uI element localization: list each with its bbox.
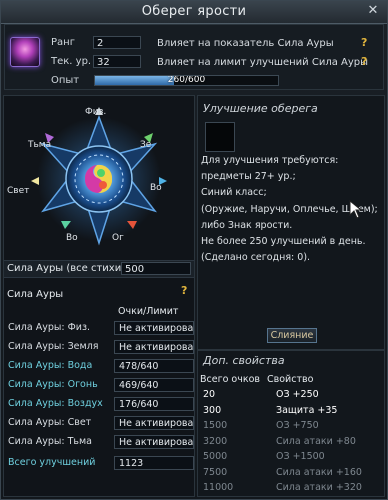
- aura-row-label: Сила Ауры: Воздух: [8, 398, 103, 409]
- element-label-dark: Тьма: [28, 140, 52, 150]
- aura-row-value: Не активировано.: [114, 321, 194, 335]
- element-compass: [31, 107, 167, 246]
- total-upgrades-value: 1123: [114, 456, 194, 470]
- upgrade-title: Улучшение оберега: [203, 102, 318, 115]
- aura-all-value: 500: [121, 262, 191, 275]
- element-label-light: Свет: [7, 186, 30, 196]
- rank-help-icon[interactable]: ?: [361, 36, 367, 49]
- extra-row-points: 11000: [203, 482, 234, 493]
- level-description: Влияет на лимит улучшений Сила Ауры: [157, 57, 369, 68]
- upgrade-slot[interactable]: [205, 122, 235, 152]
- requirement-line: Синий класс;: [201, 187, 267, 199]
- extra-row-points: 7500: [203, 466, 228, 478]
- aura-row: Сила Ауры: Воздух 176/640: [8, 397, 194, 412]
- element-label-water: Во: [150, 183, 162, 193]
- aura-row: Сила Ауры: Огонь 469/640: [8, 378, 194, 393]
- aura-row-label: Сила Ауры: Вода: [8, 360, 93, 371]
- extra-row-points: 20: [203, 389, 216, 400]
- element-label-phys: Физ.: [85, 107, 107, 117]
- extra-row-property: ОЗ +1500: [276, 451, 325, 462]
- exp-label: Опыт: [51, 75, 80, 86]
- cursor-icon: [349, 200, 363, 219]
- aura-row-label: Сила Ауры: Земля: [8, 341, 99, 352]
- aura-row-label: Сила Ауры: Свет: [8, 417, 92, 428]
- extra-row-points: 3200: [203, 435, 228, 447]
- window-title: Оберег ярости: [141, 4, 247, 19]
- aura-all-row: Сила Ауры (все стихии) 500: [4, 260, 194, 278]
- rank-field: 2: [93, 36, 141, 49]
- aura-row-label: Сила Ауры: Огонь: [8, 379, 98, 390]
- aura-row-value: 176/640: [114, 397, 194, 411]
- level-label: Тек. ур.: [51, 56, 92, 67]
- rank-label: Ранг: [51, 37, 75, 48]
- rank-description: Влияет на показатель Сила Ауры: [157, 38, 334, 49]
- element-label-earth: Зе: [140, 140, 152, 150]
- extra-row-property: ОЗ +750: [276, 420, 319, 431]
- extra-row-points: 1500: [203, 420, 228, 431]
- exp-progress-bar: 260/600: [94, 75, 279, 86]
- requirement-line: Не более 250 улучшений в день.: [201, 236, 366, 247]
- close-button[interactable]: ✕: [365, 3, 381, 19]
- requirement-line: либо Знак ярости.: [201, 219, 293, 231]
- aura-row: Сила Ауры: Земля Не активировано.: [8, 340, 194, 355]
- aura-row: Сила Ауры: Тьма Не активировано.: [8, 435, 194, 450]
- aura-row-label: Сила Ауры: Физ.: [8, 322, 91, 333]
- extra-row-points: 300: [203, 404, 222, 416]
- title-bar[interactable]: Оберег ярости ✕: [1, 1, 387, 24]
- element-label-fire: Ог: [112, 233, 124, 243]
- aura-help-icon[interactable]: ?: [181, 284, 187, 297]
- extra-row-property: Сила атаки +320: [276, 482, 362, 493]
- total-upgrades-label: Всего улучшений: [8, 457, 96, 468]
- aura-section-title: Сила Ауры: [7, 289, 64, 300]
- requirement-line: Для улучшения требуются:: [201, 155, 339, 166]
- aura-row-value: Не активировано.: [114, 416, 194, 430]
- exp-progress-text: 260/600: [167, 75, 206, 85]
- extra-col-property: Свойство: [267, 374, 314, 385]
- points-limit-header: Очки/Лимит: [118, 306, 179, 317]
- extra-col-points: Всего очков: [200, 374, 260, 385]
- total-upgrades-row: Всего улучшений 1123: [8, 456, 194, 471]
- extra-row-property: ОЗ +250: [276, 389, 319, 400]
- extra-row-property: Сила атаки +80: [276, 435, 356, 447]
- level-field: 32: [93, 55, 141, 68]
- aura-row: Сила Ауры: Физ. Не активировано.: [8, 321, 194, 336]
- light-arrow-icon: [31, 177, 39, 185]
- aura-row: Сила Ауры: Свет Не активировано.: [8, 416, 194, 431]
- requirement-line: (Сделано сегодня: 0).: [201, 252, 311, 264]
- requirement-line: предметы 27+ ур.;: [201, 171, 296, 183]
- element-label-air: Во: [66, 233, 78, 243]
- aura-row-value: 478/640: [114, 359, 194, 373]
- aura-all-label: Сила Ауры (все стихии): [7, 263, 132, 274]
- aura-row-value: 469/640: [114, 378, 194, 392]
- aura-row: Сила Ауры: Вода 478/640: [8, 359, 194, 374]
- merge-button[interactable]: Слияние: [267, 328, 317, 343]
- amulet-icon[interactable]: [10, 37, 40, 67]
- level-help-icon[interactable]: ?: [361, 55, 367, 68]
- extra-row-property: Защита +35: [276, 404, 338, 416]
- extra-properties-title: Доп. свойства: [203, 354, 285, 367]
- extra-row-points: 5000: [203, 451, 228, 462]
- extra-row-property: Сила атаки +160: [276, 466, 362, 478]
- aura-row-label: Сила Ауры: Тьма: [8, 436, 92, 447]
- aura-row-value: Не активировано.: [114, 340, 194, 354]
- aura-row-value: Не активировано.: [114, 435, 194, 449]
